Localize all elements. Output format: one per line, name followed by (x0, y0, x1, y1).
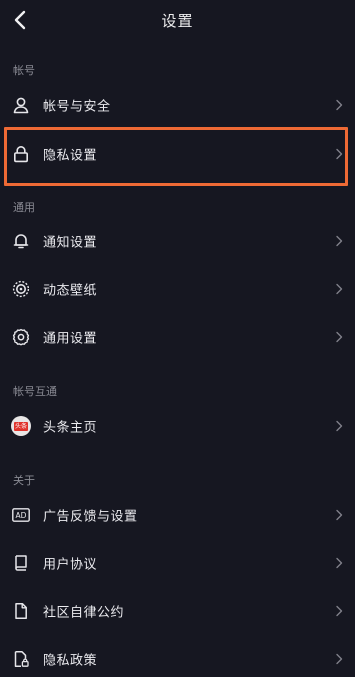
chevron-right-icon (336, 235, 343, 247)
row-privacy-policy[interactable]: 隐私政策 (0, 635, 355, 677)
row-label: 用户协议 (43, 557, 98, 573)
section-label-interop: 帐号互通 (13, 385, 57, 398)
ad-badge: AD (16, 511, 27, 520)
wallpaper-icon (11, 279, 31, 299)
row-user-agreement[interactable]: 用户协议 (0, 539, 355, 587)
chevron-right-icon (336, 653, 343, 665)
book-icon (11, 553, 31, 573)
chevron-right-icon (336, 557, 343, 569)
gear-icon (11, 327, 31, 347)
row-toutiao-home[interactable]: 头条 头条主页 (0, 402, 355, 450)
chevron-right-icon (336, 509, 343, 521)
chevron-right-icon (336, 331, 343, 343)
row-label: 帐号与安全 (43, 99, 111, 115)
chevron-right-icon (336, 605, 343, 617)
row-label: 隐私政策 (43, 653, 98, 669)
toutiao-badge: 头条 (14, 421, 28, 431)
privacy-document-icon (11, 649, 31, 669)
section-label-account: 帐号 (13, 64, 35, 77)
row-label: 动态壁纸 (43, 283, 98, 299)
row-label: 通用设置 (43, 331, 98, 347)
chevron-right-icon (336, 420, 343, 432)
section-label-general: 通用 (13, 201, 35, 214)
row-label: 通知设置 (43, 235, 98, 251)
bell-icon (11, 231, 31, 251)
page-title: 设置 (161, 12, 194, 30)
section-label-about: 关于 (13, 474, 35, 487)
row-general-settings[interactable]: 通用设置 (0, 313, 355, 361)
highlight-box (4, 127, 348, 186)
chevron-right-icon (336, 99, 343, 111)
user-icon (11, 95, 31, 115)
row-community-rules[interactable]: 社区自律公约 (0, 587, 355, 635)
header: 设置 (0, 0, 355, 42)
document-icon (11, 601, 31, 621)
row-account-security[interactable]: 帐号与安全 (0, 81, 355, 129)
row-label: 头条主页 (43, 420, 98, 436)
chevron-right-icon (336, 283, 343, 295)
toutiao-logo-icon: 头条 (11, 416, 31, 436)
row-label: 社区自律公约 (43, 605, 125, 621)
row-notification-settings[interactable]: 通知设置 (0, 217, 355, 265)
settings-page: 设置 帐号 帐号与安全 隐私设置 通用 通知设置 动态壁纸 通用设置 帐号互通 … (0, 0, 355, 677)
row-ad-feedback[interactable]: AD 广告反馈与设置 (0, 491, 355, 539)
row-label: 广告反馈与设置 (43, 509, 138, 525)
ad-icon: AD (11, 505, 31, 525)
row-live-wallpaper[interactable]: 动态壁纸 (0, 265, 355, 313)
